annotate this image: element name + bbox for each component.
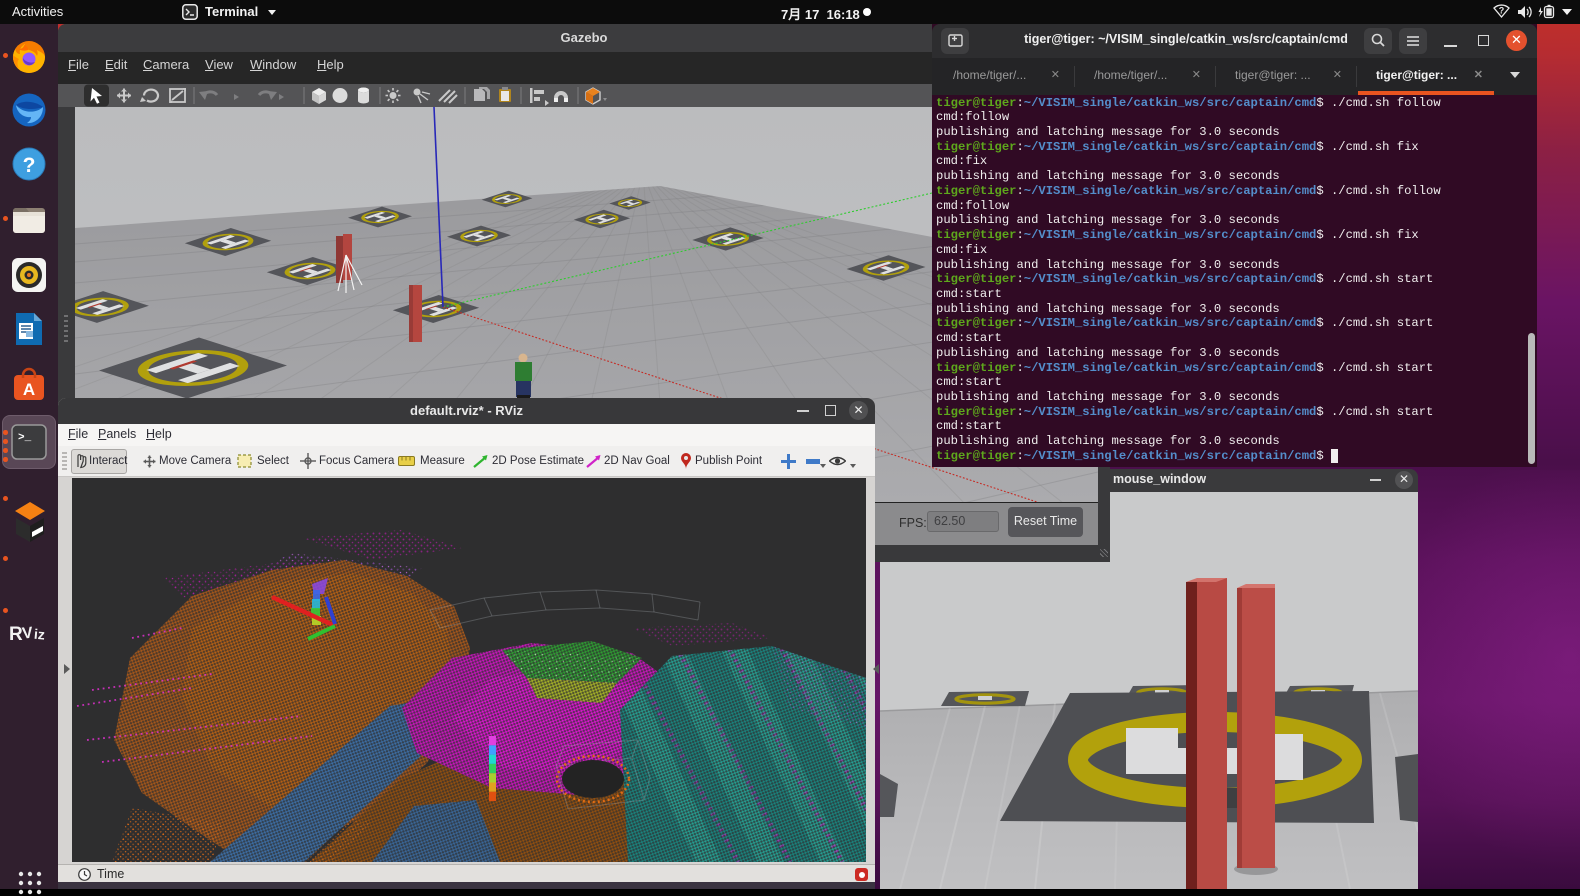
svg-text:>_: >_ xyxy=(18,432,32,444)
svg-text:iz: iz xyxy=(33,626,45,643)
svg-text:?: ? xyxy=(23,154,36,177)
svg-text:A: A xyxy=(23,380,35,399)
svg-text:V: V xyxy=(21,625,34,643)
svg-text:?: ? xyxy=(1499,6,1505,16)
